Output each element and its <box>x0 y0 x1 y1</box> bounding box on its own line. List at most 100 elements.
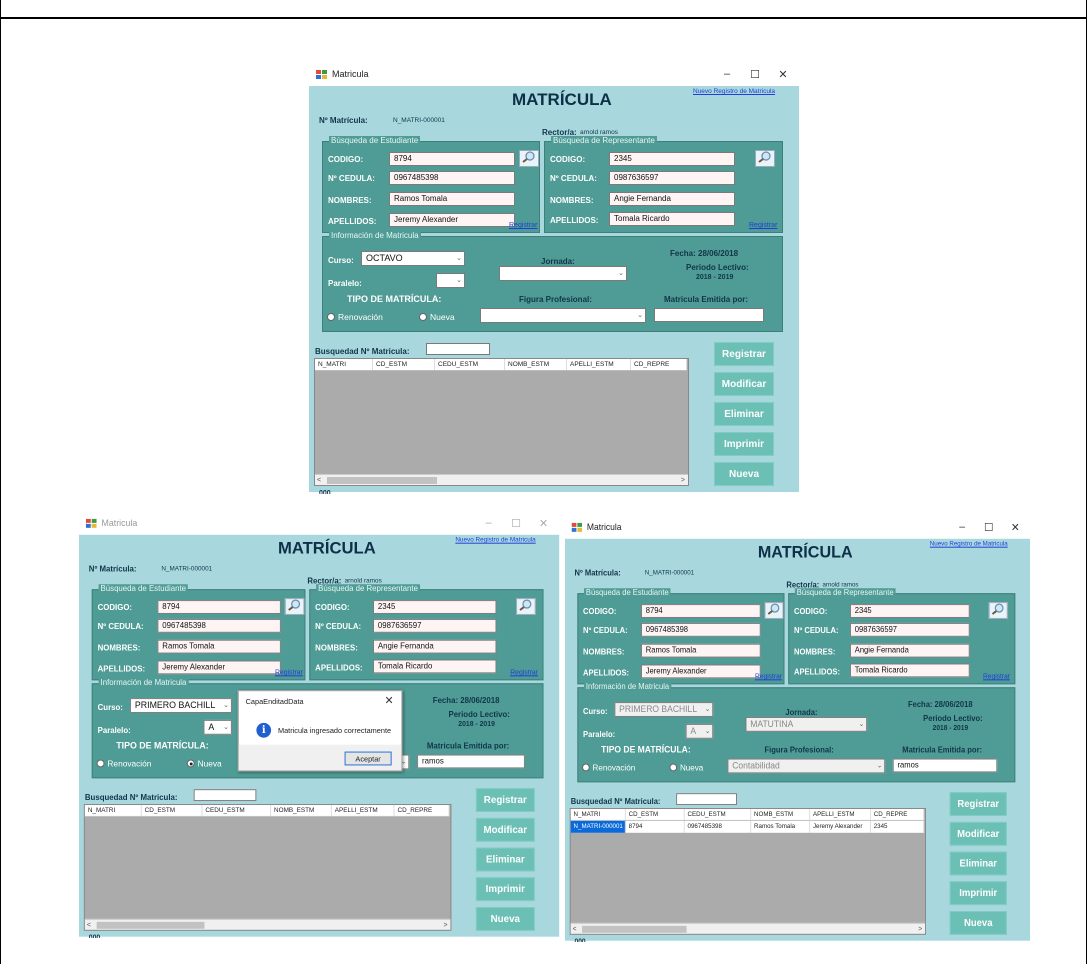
nueva-button[interactable]: Nueva <box>949 911 1007 935</box>
rep-codigo-field[interactable]: 2345 <box>373 600 497 614</box>
maximize-icon[interactable]: ☐ <box>502 511 529 535</box>
accept-button[interactable]: Aceptar <box>344 751 392 766</box>
new-registration-link[interactable]: Nuevo Registro de Matricula <box>455 537 535 544</box>
grid-column-header[interactable]: NOMB_ESTM <box>271 805 332 816</box>
student-codigo-field[interactable]: 8794 <box>157 600 281 614</box>
student-nombres-field[interactable]: Ramos Tomala <box>157 639 281 654</box>
scroll-thumb[interactable] <box>96 921 205 929</box>
grid-column-header[interactable]: N_MATRI <box>85 805 142 816</box>
nueva-button[interactable]: Nueva <box>714 462 774 486</box>
grid-column-header[interactable]: CD_ESTM <box>373 359 435 370</box>
grid-column-header[interactable]: APELLI_ESTM <box>810 809 871 820</box>
student-search-button[interactable] <box>284 598 305 615</box>
rep-register-link[interactable]: Registrar <box>983 673 1010 680</box>
imprimir-button[interactable]: Imprimir <box>475 877 535 902</box>
jornada-select[interactable]: ⌄ <box>499 266 627 281</box>
rep-nombres-field[interactable]: Angie Fernanda <box>373 639 497 654</box>
nueva-radio[interactable]: Nueva <box>186 759 222 768</box>
minimize-icon[interactable]: – <box>475 511 502 535</box>
new-registration-link[interactable]: Nuevo Registro de Matricula <box>693 88 775 95</box>
rep-register-link[interactable]: Registrar <box>749 222 777 229</box>
registrar-button[interactable]: Registrar <box>714 342 774 366</box>
rep-cedula-field[interactable]: 0987636597 <box>373 618 497 633</box>
eliminar-button[interactable]: Eliminar <box>949 851 1007 876</box>
maximize-icon[interactable]: ☐ <box>975 515 1002 539</box>
student-search-button[interactable] <box>764 602 784 619</box>
close-icon[interactable]: ✕ <box>769 62 797 86</box>
nueva-button[interactable]: Nueva <box>475 907 535 931</box>
curso-select[interactable]: PRIMERO BACHILL ⌄ <box>614 702 714 717</box>
scroll-thumb[interactable] <box>582 925 687 933</box>
grid-column-header[interactable]: CD_REPRE <box>871 809 925 820</box>
rep-nombres-field[interactable]: Angie Fernanda <box>609 192 735 206</box>
close-icon[interactable]: ✕ <box>530 511 557 535</box>
rep-register-link[interactable]: Registrar <box>510 669 538 676</box>
modificar-button[interactable]: Modificar <box>949 821 1007 846</box>
grid-column-header[interactable]: CD_REPRE <box>395 805 450 816</box>
student-cedula-field[interactable]: 0967485398 <box>157 618 281 633</box>
student-register-link[interactable]: Registrar <box>275 669 303 676</box>
rep-codigo-field[interactable]: 2345 <box>609 152 735 166</box>
maximize-icon[interactable]: ☐ <box>741 62 769 86</box>
jornada-select[interactable]: MATUTINA ⌄ <box>745 716 868 732</box>
scroll-thumb[interactable] <box>327 477 437 484</box>
emitida-field[interactable]: ramos <box>417 754 525 769</box>
student-register-link[interactable]: Registrar <box>509 222 537 229</box>
figura-select[interactable]: Contabilidad ⌄ <box>727 758 886 774</box>
scroll-left-icon[interactable]: < <box>573 924 577 935</box>
rep-nombres-field[interactable]: Angie Fernanda <box>850 643 970 658</box>
student-apellidos-field[interactable]: Jeremy Alexander <box>641 664 761 679</box>
grid-column-header[interactable]: NOMB_ESTM <box>751 809 811 820</box>
grid-column-header[interactable]: N_MATRI <box>571 809 626 820</box>
registrar-button[interactable]: Registrar <box>949 792 1007 816</box>
grid-horizontal-scrollbar[interactable]: < > <box>570 922 926 935</box>
close-icon[interactable]: ✕ <box>1002 515 1029 539</box>
paralelo-select[interactable]: ⌄ <box>436 273 465 288</box>
grid-column-header[interactable]: CD_REPRE <box>631 359 687 370</box>
modificar-button[interactable]: Modificar <box>475 817 535 842</box>
grid-column-header[interactable]: CEDU_ESTM <box>202 805 272 816</box>
rep-cedula-field[interactable]: 0987636597 <box>609 171 735 185</box>
eliminar-button[interactable]: Eliminar <box>714 402 774 426</box>
rep-cedula-field[interactable]: 0987636597 <box>850 622 970 637</box>
enrollment-grid[interactable]: N_MATRI CD_ESTM CEDU_ESTM NOMB_ESTM APELLI_E… <box>83 804 452 931</box>
emitida-field[interactable] <box>654 308 764 322</box>
table-row[interactable]: N_MATRI-000001 8794 0967485398 Ramos Tomala… <box>570 820 925 833</box>
registrar-button[interactable]: Registrar <box>475 788 535 812</box>
student-codigo-field[interactable]: 8794 <box>641 604 761 618</box>
rep-apellidos-field[interactable]: Tomala Ricardo <box>373 659 497 674</box>
grid-column-header[interactable]: APELLI_ESTM <box>567 359 631 370</box>
student-cedula-field[interactable]: 0967485398 <box>389 171 515 185</box>
student-apellidos-field[interactable]: Jeremy Alexander <box>389 213 515 227</box>
new-registration-link[interactable]: Nuevo Registro de Matricula <box>930 541 1008 548</box>
rep-search-button[interactable] <box>516 598 536 615</box>
minimize-icon[interactable]: – <box>949 515 976 539</box>
student-register-link[interactable]: Registrar <box>755 673 782 680</box>
scroll-left-icon[interactable]: < <box>87 920 91 931</box>
imprimir-button[interactable]: Imprimir <box>714 432 774 456</box>
renovacion-radio[interactable]: Renovación <box>327 312 383 322</box>
rep-search-button[interactable] <box>755 150 775 167</box>
grid-horizontal-scrollbar[interactable]: < > <box>84 918 451 931</box>
renovacion-radio[interactable]: Renovación <box>582 763 635 772</box>
student-codigo-field[interactable]: 8794 <box>389 152 515 166</box>
enrollment-grid[interactable]: N_MATRI CD_ESTM CEDU_ESTM NOMB_ESTM APELLI_E… <box>569 808 926 935</box>
rep-codigo-field[interactable]: 2345 <box>850 604 970 618</box>
paralelo-select[interactable]: A ⌄ <box>685 723 714 739</box>
student-nombres-field[interactable]: Ramos Tomala <box>389 192 515 206</box>
search-matricula-input[interactable] <box>193 789 257 802</box>
student-search-button[interactable] <box>519 150 539 167</box>
rep-apellidos-field[interactable]: Tomala Ricardo <box>609 212 735 226</box>
figura-select[interactable]: ⌄ <box>480 308 646 323</box>
scroll-right-icon[interactable]: > <box>918 924 922 935</box>
modificar-button[interactable]: Modificar <box>714 372 774 396</box>
search-matricula-input[interactable] <box>426 343 490 355</box>
rep-apellidos-field[interactable]: Tomala Ricardo <box>850 663 970 678</box>
close-icon[interactable]: ✕ <box>385 694 394 707</box>
curso-select[interactable]: OCTAVO ⌄ <box>361 251 465 266</box>
grid-column-header[interactable]: CD_ESTM <box>142 805 203 816</box>
minimize-icon[interactable]: – <box>713 62 741 86</box>
scroll-right-icon[interactable]: > <box>681 475 685 486</box>
grid-column-header[interactable]: NOMB_ESTM <box>505 359 567 370</box>
student-nombres-field[interactable]: Ramos Tomala <box>641 643 761 658</box>
